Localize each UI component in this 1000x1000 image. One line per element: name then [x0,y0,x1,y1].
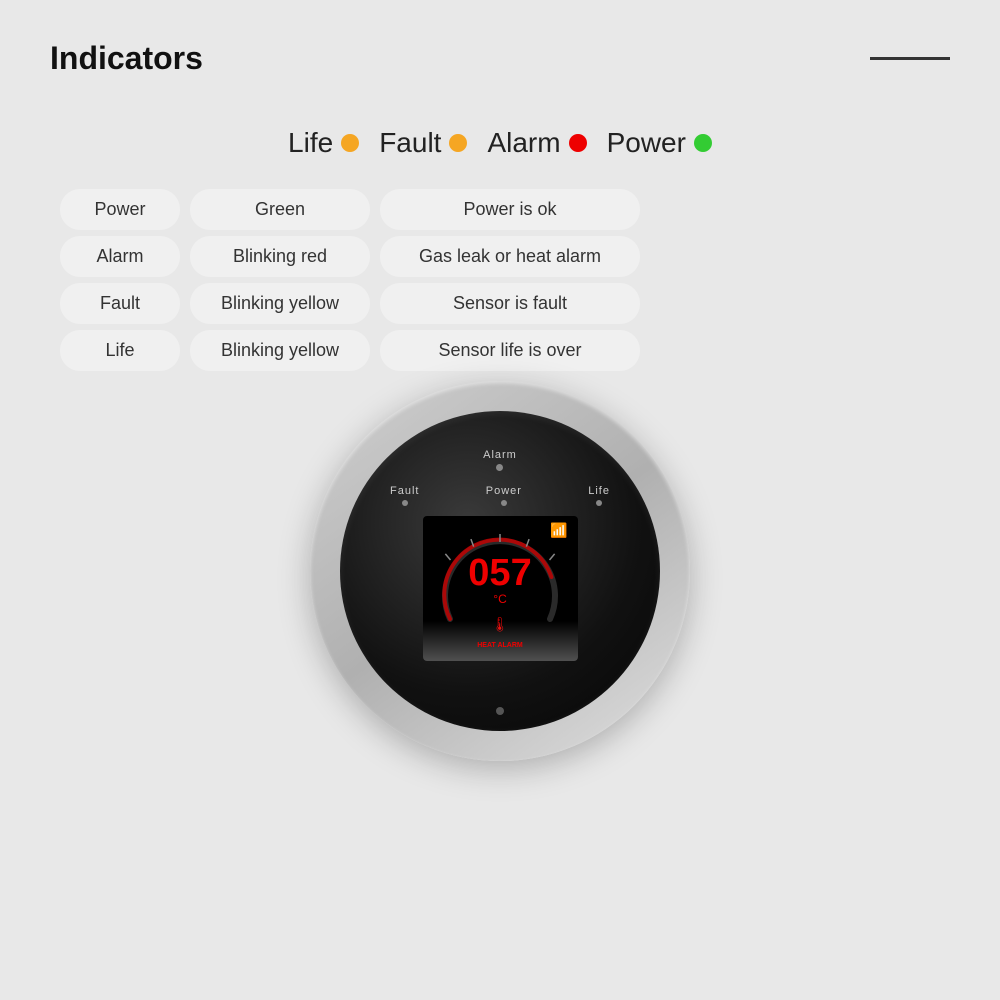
table-cell-col1: Power [60,189,180,230]
legend-item-alarm: Alarm [487,127,586,159]
life-label: Life [588,485,610,497]
page-container: Indicators Life Fault Alarm Power Power … [0,0,1000,1000]
table-cell-col2: Green [190,189,370,230]
temperature-reading: 057 °C [468,554,531,606]
device-screen: 📶 [423,516,578,661]
device-middle-row: Fault Power Life [390,485,610,506]
table-cell-col1: Alarm [60,236,180,277]
legend-label-life: Life [288,127,333,159]
legend-dot-fault [449,134,467,152]
device-section: Alarm Fault Power Life [0,381,1000,761]
legend-dot-life [341,134,359,152]
table-cell-col1: Life [60,330,180,371]
table-cell-col2: Blinking yellow [190,283,370,324]
legend-label-fault: Fault [379,127,441,159]
legend-item-power: Power [607,127,712,159]
fault-dot [402,500,408,506]
fault-indicator: Fault [390,485,419,506]
table-row: Fault Blinking yellow Sensor is fault [60,283,940,324]
power-dot [501,500,507,506]
legend-dot-alarm [569,134,587,152]
device-outer-ring: Alarm Fault Power Life [310,381,690,761]
legend-item-fault: Fault [379,127,467,159]
power-indicator: Power [486,485,522,506]
page-title: Indicators [50,40,203,77]
table-cell-col1: Fault [60,283,180,324]
life-indicator: Life [588,485,610,506]
alarm-dot [496,464,503,471]
header: Indicators [0,0,1000,97]
table-cell-col3: Power is ok [380,189,640,230]
temp-value: 057 [468,554,531,592]
table-cell-col3: Gas leak or heat alarm [380,236,640,277]
alarm-label: Alarm [483,449,517,461]
legend-row: Life Fault Alarm Power [0,127,1000,159]
smoke-overlay [423,621,578,661]
heat-alarm-text: HEAT ALARM [477,642,523,649]
temp-unit: °C [468,592,531,606]
alarm-indicator: Alarm [483,449,517,471]
table-cell-col3: Sensor is fault [380,283,640,324]
header-line [870,57,950,60]
table-row: Power Green Power is ok [60,189,940,230]
table-row: Alarm Blinking red Gas leak or heat alar… [60,236,940,277]
indicators-table: Power Green Power is ok Alarm Blinking r… [0,189,1000,371]
table-row: Life Blinking yellow Sensor life is over [60,330,940,371]
table-cell-col3: Sensor life is over [380,330,640,371]
fault-label: Fault [390,485,419,497]
device-body: Alarm Fault Power Life [340,411,660,731]
power-label: Power [486,485,522,497]
screen-content: 📶 [423,516,578,661]
legend-item-life: Life [288,127,359,159]
life-dot [596,500,602,506]
legend-dot-power [694,134,712,152]
table-cell-col2: Blinking yellow [190,330,370,371]
legend-label-alarm: Alarm [487,127,560,159]
legend-label-power: Power [607,127,686,159]
table-cell-col2: Blinking red [190,236,370,277]
device-bottom-dot [496,707,504,715]
